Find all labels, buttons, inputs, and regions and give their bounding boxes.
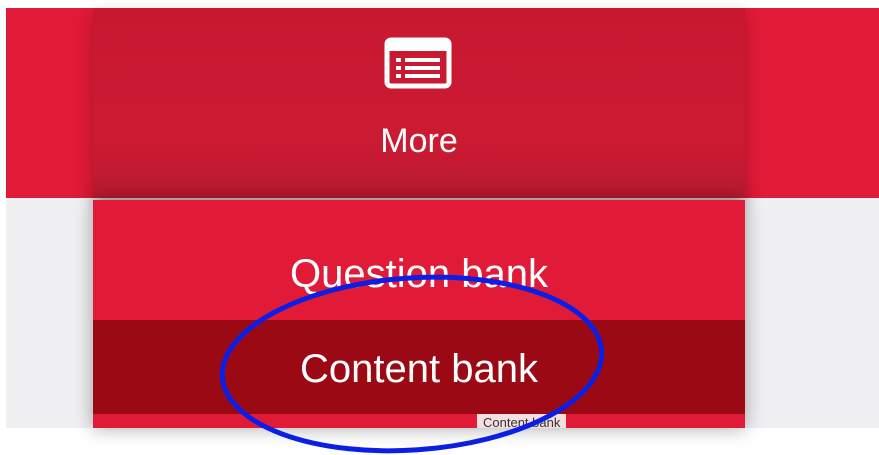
- more-tab-label: More: [380, 122, 458, 160]
- menu-item-question-bank[interactable]: Question bank: [93, 234, 745, 320]
- tooltip: Content bank: [477, 414, 567, 428]
- list-icon: [384, 37, 452, 89]
- menu-item-partial[interactable]: [93, 414, 745, 428]
- more-dropdown-menu: Question bank Content bank: [93, 200, 745, 428]
- menu-item-content-bank[interactable]: Content bank: [93, 320, 745, 414]
- screenshot-frame: More Question bank Content bank Content …: [0, 0, 879, 455]
- more-tab[interactable]: More: [93, 8, 745, 198]
